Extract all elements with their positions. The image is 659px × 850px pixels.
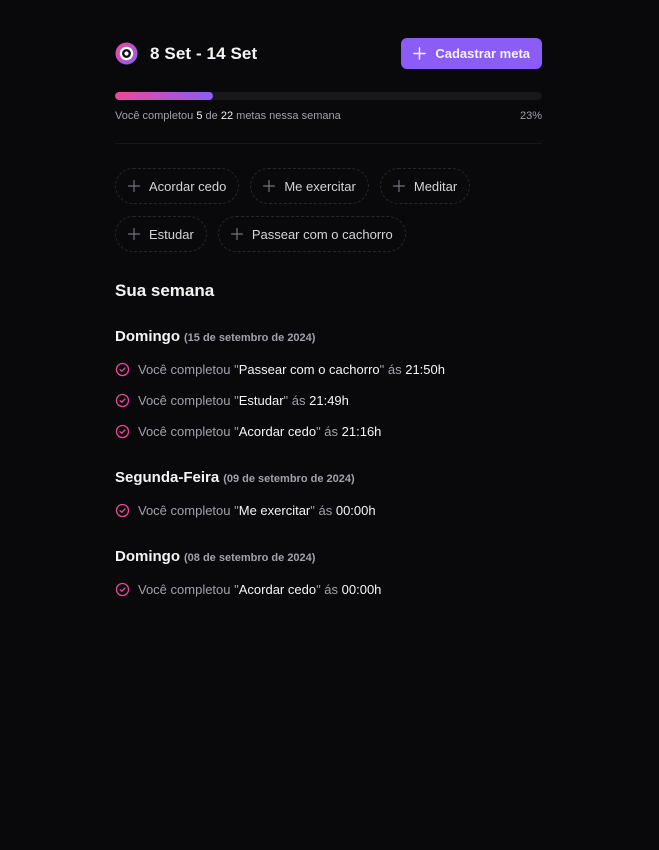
day-header: Segunda-Feira (09 de setembro de 2024) <box>115 469 542 486</box>
entry-time: 21:50h <box>405 362 445 377</box>
entry-goal: Passear com o cachorro <box>238 362 380 377</box>
entry-prefix: Você completou " <box>138 424 239 439</box>
page: 8 Set - 14 Set Cadastrar meta Você compl… <box>115 38 542 599</box>
day-group: Segunda-Feira (09 de setembro de 2024) V… <box>115 469 542 520</box>
completion-entry: Você completou "Passear com o cachorro" … <box>115 360 542 379</box>
progress-info: Você completou 5 de 22 metas nessa seman… <box>115 110 542 122</box>
goal-chip-label: Acordar cedo <box>149 178 227 194</box>
entry-goal: Me exercitar <box>238 503 311 518</box>
pending-goals: Acordar cedo Me exercitar Meditar Estuda… <box>115 168 495 252</box>
circle-check-icon <box>115 503 130 518</box>
new-goal-button[interactable]: Cadastrar meta <box>401 38 542 69</box>
entry-prefix: Você completou " <box>138 393 239 408</box>
entry-mid: " ás <box>283 393 310 408</box>
progress-completed: 5 <box>196 110 203 122</box>
day-weekday: Domingo <box>115 328 180 345</box>
day-entries: Você completou "Acordar cedo" ás 00:00h <box>115 580 542 599</box>
progress-text: Você completou 5 de 22 metas nessa seman… <box>115 110 341 122</box>
completion-entry: Você completou "Me exercitar" ás 00:00h <box>115 501 542 520</box>
day-group: Domingo (15 de setembro de 2024) Você co… <box>115 328 542 441</box>
progress-of: de <box>205 110 218 122</box>
entry-prefix: Você completou " <box>138 362 239 377</box>
entry-time: 21:49h <box>309 393 349 408</box>
day-date: (09 de setembro de 2024) <box>223 473 355 485</box>
entry-text: Você completou "Acordar cedo" ás 21:16h <box>138 424 381 439</box>
entry-mid: " ás <box>316 424 342 439</box>
goal-chip-label: Passear com o cachorro <box>251 226 393 242</box>
day-group: Domingo (08 de setembro de 2024) Você co… <box>115 548 542 599</box>
header: 8 Set - 14 Set Cadastrar meta <box>115 38 542 69</box>
plus-icon <box>128 180 140 192</box>
header-left: 8 Set - 14 Set <box>115 42 257 65</box>
entry-prefix: Você completou " <box>138 582 239 597</box>
entry-time: 00:00h <box>341 582 382 597</box>
goal-chip-label: Estudar <box>149 226 194 242</box>
day-header: Domingo (15 de setembro de 2024) <box>115 328 542 345</box>
day-weekday: Segunda-Feira <box>115 469 220 486</box>
entry-text: Você completou "Me exercitar" ás 00:00h <box>138 503 376 518</box>
progress-total: 22 <box>220 110 234 122</box>
day-date: (08 de setembro de 2024) <box>184 552 316 564</box>
progress-fill <box>115 92 214 100</box>
circle-check-icon <box>115 582 130 597</box>
divider <box>115 143 542 144</box>
plus-icon <box>230 228 243 240</box>
goal-chip-me-exercitar[interactable]: Me exercitar <box>250 168 369 204</box>
entry-text: Você completou "Estudar" ás 21:49h <box>138 393 349 408</box>
goal-chip-label: Me exercitar <box>284 178 356 194</box>
day-date: (15 de setembro de 2024) <box>184 332 316 344</box>
completion-entry: Você completou "Acordar cedo" ás 00:00h <box>115 580 542 599</box>
day-weekday: Domingo <box>115 548 180 565</box>
entry-goal: Estudar <box>238 393 284 408</box>
entry-goal: Acordar cedo <box>238 582 317 597</box>
progress-suffix: metas nessa semana <box>236 110 341 122</box>
plus-icon <box>128 228 140 240</box>
entry-mid: " ás <box>310 503 336 518</box>
day-header: Domingo (08 de setembro de 2024) <box>115 548 542 565</box>
plus-icon <box>263 180 276 192</box>
goal-chip-passear-com-o-cachorro[interactable]: Passear com o cachorro <box>217 216 406 252</box>
progress-bar <box>115 92 542 100</box>
entry-goal: Acordar cedo <box>238 424 317 439</box>
progress-percent: 23% <box>519 110 542 122</box>
entry-text: Você completou "Passear com o cachorro" … <box>138 362 445 377</box>
new-goal-label: Cadastrar meta <box>435 46 530 61</box>
plus-icon <box>392 180 405 192</box>
circle-check-icon <box>115 393 130 408</box>
progress-prefix: Você completou <box>115 110 194 122</box>
entry-time: 00:00h <box>335 503 376 518</box>
entry-text: Você completou "Acordar cedo" ás 00:00h <box>138 582 381 597</box>
entry-prefix: Você completou " <box>138 503 239 518</box>
week-range: 8 Set - 14 Set <box>150 43 258 63</box>
entry-time: 21:16h <box>341 424 382 439</box>
circle-check-icon <box>115 424 130 439</box>
goal-chip-estudar[interactable]: Estudar <box>115 216 207 252</box>
plus-icon <box>413 47 427 60</box>
section-title: Sua semana <box>115 281 215 300</box>
circle-check-icon <box>115 362 130 377</box>
completion-entry: Você completou "Estudar" ás 21:49h <box>115 391 542 410</box>
entry-mid: " ás <box>379 362 406 377</box>
goal-chip-label: Meditar <box>413 178 458 194</box>
goal-chip-acordar-cedo[interactable]: Acordar cedo <box>115 168 240 204</box>
day-entries: Você completou "Passear com o cachorro" … <box>115 360 542 441</box>
entry-mid: " ás <box>316 582 342 597</box>
goal-chip-meditar[interactable]: Meditar <box>379 168 471 204</box>
completion-entry: Você completou "Acordar cedo" ás 21:16h <box>115 422 542 441</box>
day-entries: Você completou "Me exercitar" ás 00:00h <box>115 501 542 520</box>
in-orbit-logo-icon <box>115 42 138 65</box>
